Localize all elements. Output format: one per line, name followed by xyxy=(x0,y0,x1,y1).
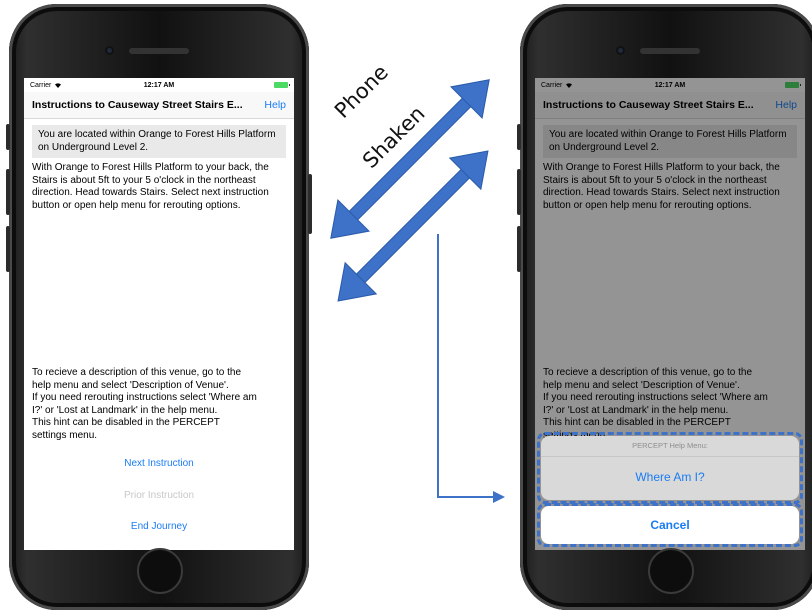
pointer-arrow-icon xyxy=(437,234,505,503)
battery-icon xyxy=(274,82,290,88)
menu-highlight-box xyxy=(537,432,803,504)
app-screen: Carrier 12:17 AM Instructions to Causewa… xyxy=(24,78,294,550)
mute-switch xyxy=(6,124,10,150)
help-hint: To recieve a description of this venue, … xyxy=(32,367,286,443)
nav-title: Instructions to Causeway Street Stairs E… xyxy=(32,99,243,111)
volume-up-button xyxy=(6,169,10,215)
location-banner: You are located within Orange to Forest … xyxy=(32,125,286,158)
power-button xyxy=(308,174,312,234)
status-bar: Carrier 12:17 AM xyxy=(24,78,294,92)
hint-line: This hint can be disabled in the PERCEPT xyxy=(32,417,220,429)
volume-up-button xyxy=(517,169,521,215)
help-button[interactable]: Help xyxy=(264,99,286,111)
status-time: 12:17 AM xyxy=(143,81,175,89)
instruction-text: With Orange to Forest Hills Platform to … xyxy=(32,162,269,211)
end-journey-button[interactable]: End Journey xyxy=(24,521,294,532)
hint-line: settings menu. xyxy=(32,429,98,441)
hint-line: To recieve a description of this venue, … xyxy=(32,367,242,378)
hint-line: help menu and select 'Description of Ven… xyxy=(32,379,229,391)
app-screen-with-menu: Carrier 12:17 AM Instructions to Causewa… xyxy=(535,78,805,550)
mute-switch xyxy=(517,124,521,150)
prior-instruction-button: Prior Instruction xyxy=(123,490,195,501)
home-button[interactable] xyxy=(648,548,694,594)
earpiece-speaker xyxy=(129,48,189,54)
volume-down-button xyxy=(6,226,10,272)
right-phone: Carrier 12:17 AM Instructions to Causewa… xyxy=(517,4,812,610)
left-phone: Carrier 12:17 AM Instructions to Causewa… xyxy=(6,4,312,610)
volume-down-button xyxy=(517,226,521,272)
earpiece-speaker xyxy=(640,48,700,54)
front-camera xyxy=(616,46,625,55)
hint-line: If you need rerouting instructions selec… xyxy=(32,392,257,404)
navigation-bar: Instructions to Causeway Street Stairs E… xyxy=(24,92,294,119)
hint-line: I?' or 'Lost at Landmark' in the help me… xyxy=(32,404,218,416)
next-instruction-button[interactable]: Next Instruction xyxy=(24,458,294,469)
home-button[interactable] xyxy=(137,548,183,594)
phone-label: Phone xyxy=(330,59,393,123)
cancel-highlight-box xyxy=(537,503,803,547)
front-camera xyxy=(105,46,114,55)
shaken-label: Shaken xyxy=(358,101,430,173)
double-arrow-icon xyxy=(337,150,489,302)
